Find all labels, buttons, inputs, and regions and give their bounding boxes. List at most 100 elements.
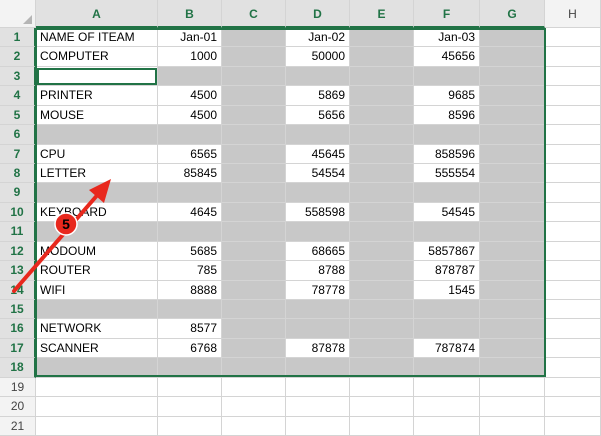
cell-e10[interactable] [350,202,414,223]
row-header-8[interactable]: 8 [0,164,36,184]
cell-b4[interactable]: 4500 [158,86,222,106]
cell-d4[interactable]: 5869 [286,86,350,106]
cell-b19[interactable] [158,377,222,398]
cell-h10[interactable] [545,202,601,223]
cell-g13[interactable] [480,261,545,281]
cell-a10[interactable]: KEYBOARD [36,202,158,223]
cell-f4[interactable]: 9685 [414,86,480,106]
cell-e1[interactable] [350,28,414,48]
cell-g19[interactable] [480,377,545,398]
cell-a11[interactable] [36,222,158,242]
row-header-21[interactable]: 21 [0,416,36,436]
cell-d5[interactable]: 5656 [286,105,350,126]
cell-h9[interactable] [545,183,601,203]
cell-e17[interactable] [350,338,414,359]
column-header-g[interactable]: G [480,0,545,28]
cell-a8[interactable]: LETTER [36,164,158,184]
cell-g18[interactable] [480,358,545,378]
column-header-c[interactable]: C [222,0,286,28]
cell-a14[interactable]: WIFI [36,280,158,300]
cell-d3[interactable] [286,66,350,87]
row-header-9[interactable]: 9 [0,183,36,203]
cell-b20[interactable] [158,397,222,417]
cell-e9[interactable] [350,183,414,203]
cell-d10[interactable]: 558598 [286,202,350,223]
cell-h11[interactable] [545,222,601,242]
cell-g11[interactable] [480,222,545,242]
cell-g20[interactable] [480,397,545,417]
cell-c16[interactable] [222,319,286,339]
cell-c19[interactable] [222,377,286,398]
column-header-h[interactable]: H [545,0,601,28]
cell-h13[interactable] [545,261,601,281]
cell-f2[interactable]: 45656 [414,47,480,67]
cell-d8[interactable]: 54554 [286,164,350,184]
cell-a2[interactable]: COMPUTER [36,47,158,67]
cell-a13[interactable]: ROUTER [36,261,158,281]
cell-f6[interactable] [414,125,480,145]
row-header-16[interactable]: 16 [0,319,36,339]
cell-a21[interactable] [36,416,158,436]
column-header-a[interactable]: A [36,0,158,28]
select-all-corner[interactable] [0,0,36,28]
cell-b11[interactable] [158,222,222,242]
cell-b7[interactable]: 6565 [158,144,222,164]
cell-d13[interactable]: 8788 [286,261,350,281]
cell-b18[interactable] [158,358,222,378]
cell-d12[interactable]: 68665 [286,241,350,262]
cell-a12[interactable]: MODOUM [36,241,158,262]
cell-a18[interactable] [36,358,158,378]
cell-b21[interactable] [158,416,222,436]
cell-d11[interactable] [286,222,350,242]
cell-c21[interactable] [222,416,286,436]
cell-h14[interactable] [545,280,601,300]
cell-g17[interactable] [480,338,545,359]
cell-c4[interactable] [222,86,286,106]
cell-h5[interactable] [545,105,601,126]
cell-h12[interactable] [545,241,601,262]
cell-g6[interactable] [480,125,545,145]
cell-f5[interactable]: 8596 [414,105,480,126]
cell-a3[interactable] [36,66,158,87]
cell-c15[interactable] [222,300,286,320]
cell-a20[interactable] [36,397,158,417]
cell-g7[interactable] [480,144,545,164]
cell-e4[interactable] [350,86,414,106]
cell-c6[interactable] [222,125,286,145]
cell-d9[interactable] [286,183,350,203]
cell-e5[interactable] [350,105,414,126]
cell-g4[interactable] [480,86,545,106]
cell-h1[interactable] [545,28,601,48]
cell-a17[interactable]: SCANNER [36,338,158,359]
cell-g9[interactable] [480,183,545,203]
cell-c13[interactable] [222,261,286,281]
cell-e3[interactable] [350,66,414,87]
cell-a5[interactable]: MOUSE [36,105,158,126]
cell-d7[interactable]: 45645 [286,144,350,164]
cell-c12[interactable] [222,241,286,262]
cell-e14[interactable] [350,280,414,300]
row-header-15[interactable]: 15 [0,300,36,320]
cell-h3[interactable] [545,66,601,87]
cell-c3[interactable] [222,66,286,87]
cell-b16[interactable]: 8577 [158,319,222,339]
cell-e13[interactable] [350,261,414,281]
cell-a15[interactable] [36,300,158,320]
cell-c1[interactable] [222,28,286,48]
cell-a6[interactable] [36,125,158,145]
cell-d16[interactable] [286,319,350,339]
cell-h6[interactable] [545,125,601,145]
row-header-17[interactable]: 17 [0,338,36,359]
cell-a9[interactable] [36,183,158,203]
cell-b17[interactable]: 6768 [158,338,222,359]
cell-b5[interactable]: 4500 [158,105,222,126]
cell-g1[interactable] [480,28,545,48]
cell-g14[interactable] [480,280,545,300]
column-header-d[interactable]: D [286,0,350,28]
row-header-7[interactable]: 7 [0,144,36,164]
cell-f14[interactable]: 1545 [414,280,480,300]
row-header-5[interactable]: 5 [0,105,36,126]
cell-c7[interactable] [222,144,286,164]
cell-g5[interactable] [480,105,545,126]
cell-c8[interactable] [222,164,286,184]
